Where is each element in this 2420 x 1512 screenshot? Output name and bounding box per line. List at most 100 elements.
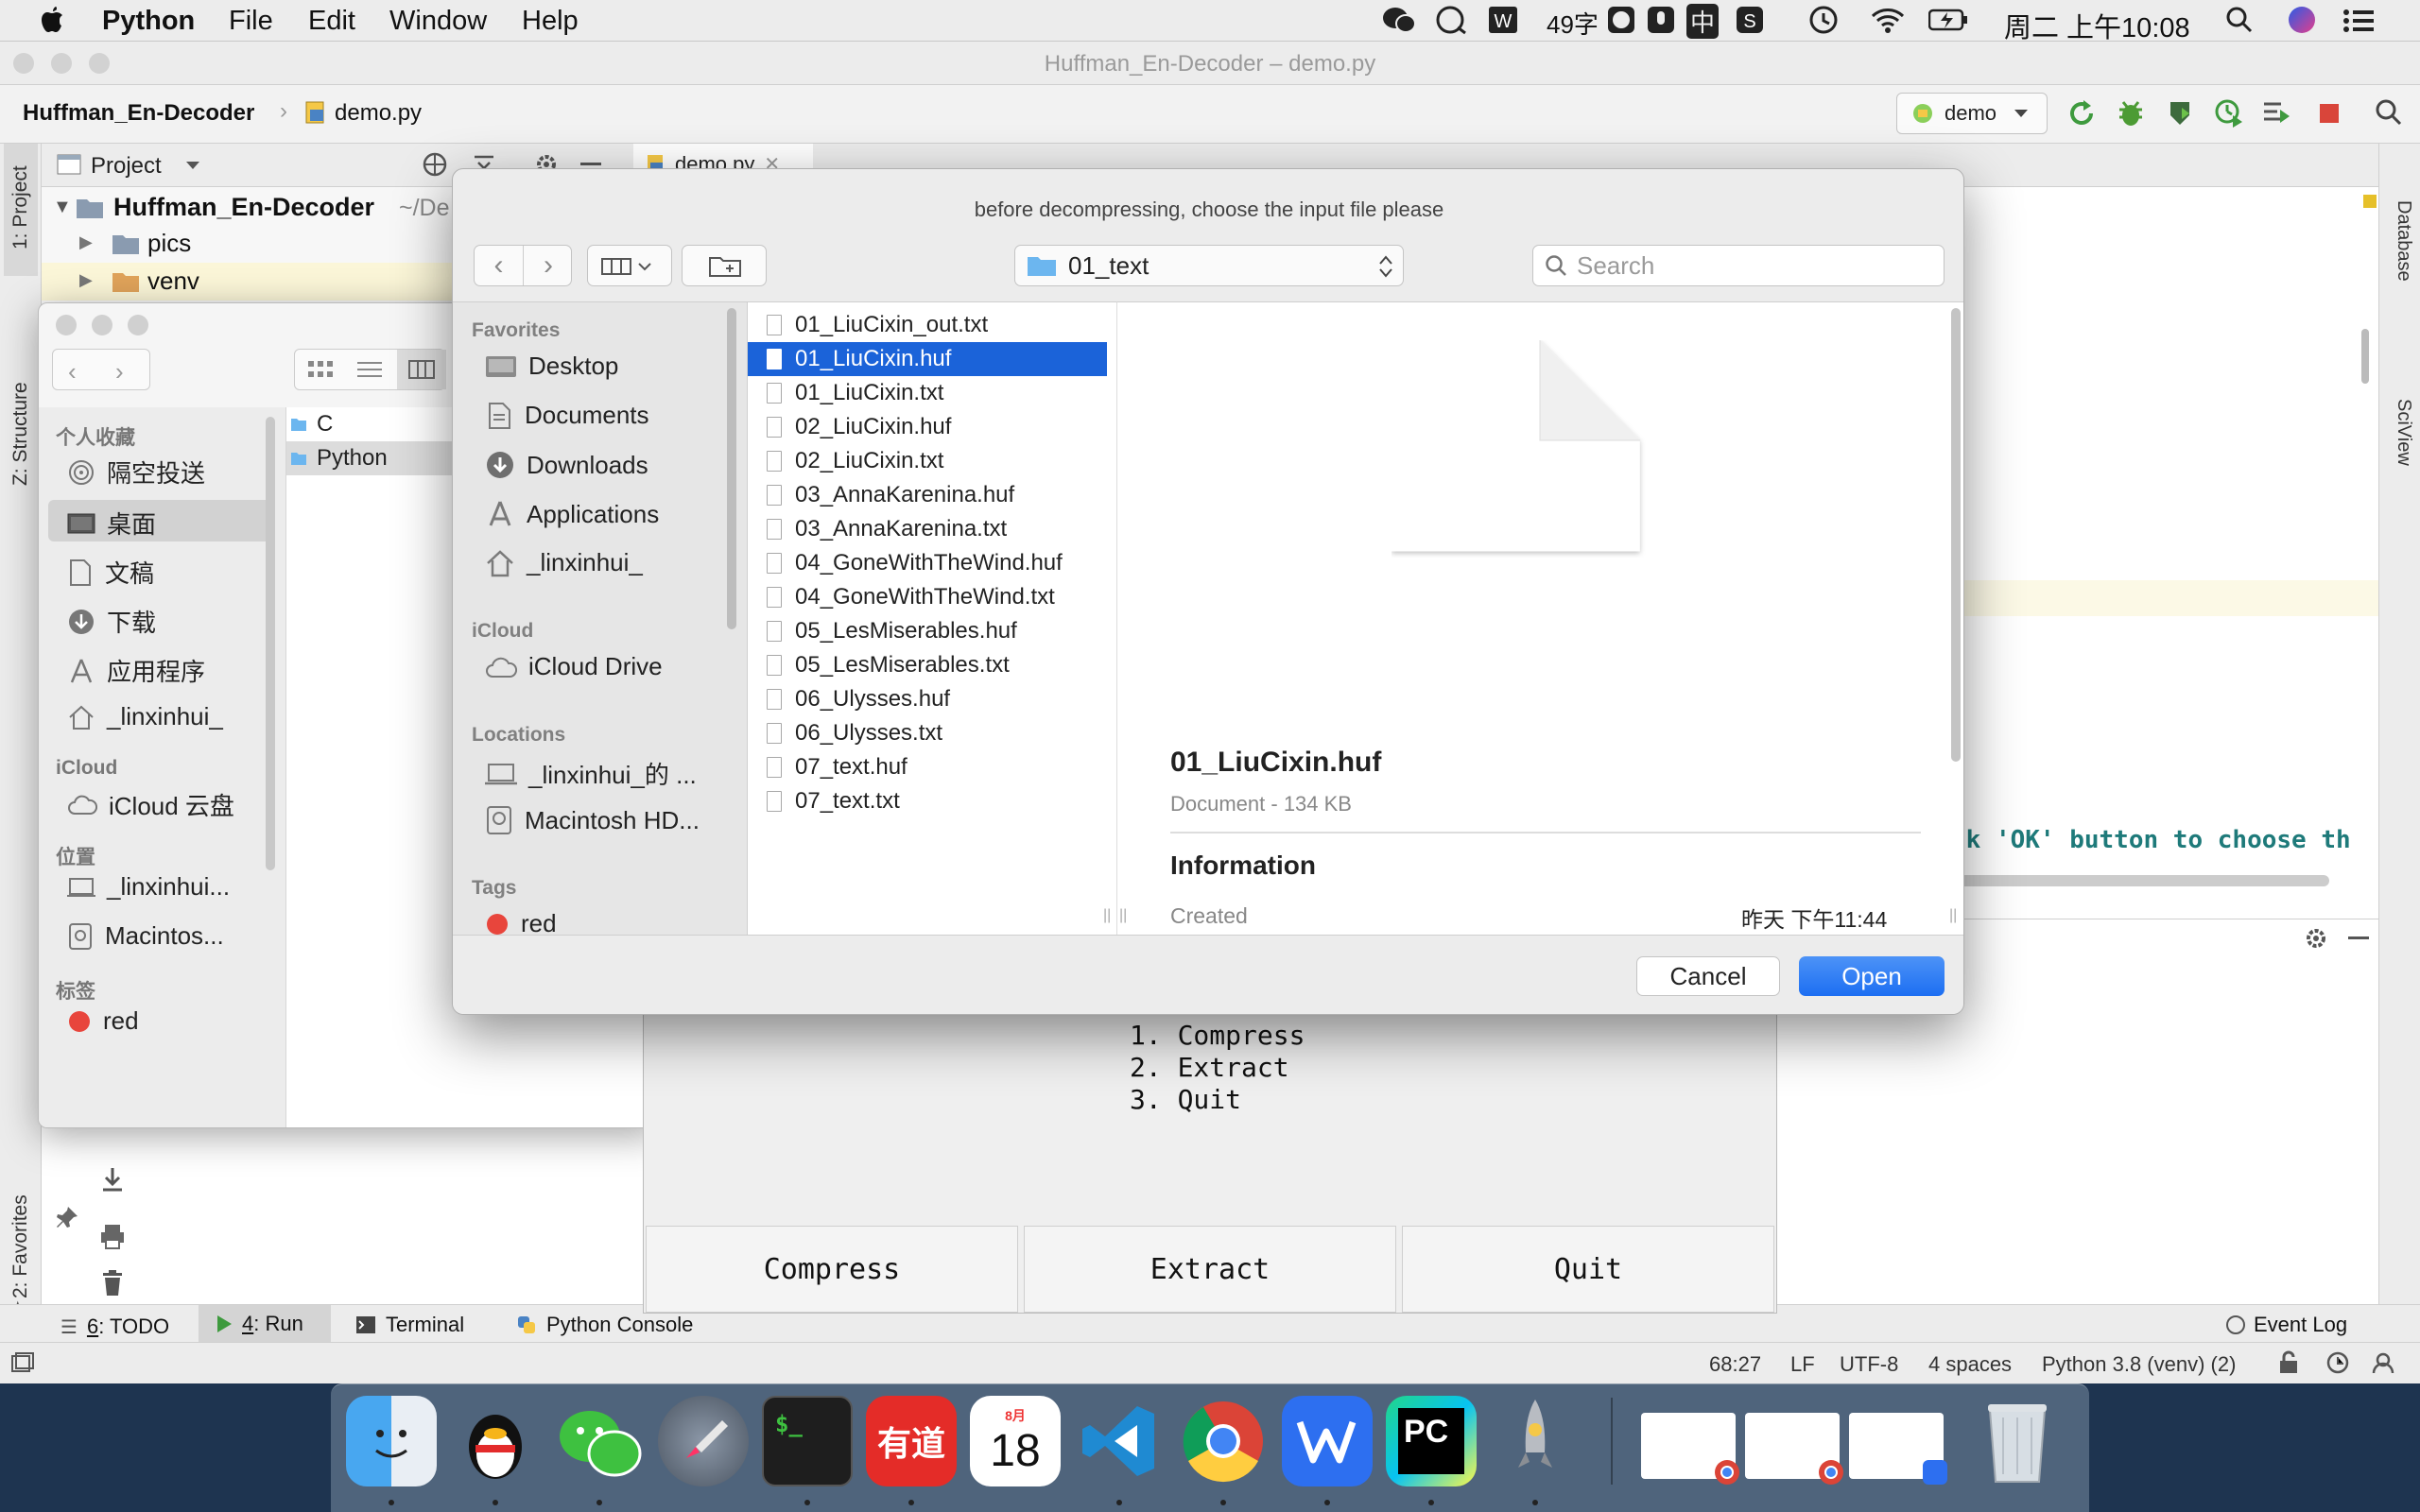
rerun-icon[interactable] [2066,98,2097,129]
tool-tab-favorites[interactable]: 2: Favorites [9,1194,32,1298]
trash-icon[interactable] [100,1269,125,1297]
trash-dock-icon[interactable] [1972,1396,2063,1486]
forward-arrow-icon[interactable]: › [524,246,573,285]
file-row[interactable]: 03_AnnaKarenina.huf [748,478,1107,512]
sidebar-item-computer[interactable]: _linxinhui_的 ... [485,756,697,791]
status-indent[interactable]: 4 spaces [1928,1352,2012,1377]
new-folder-button[interactable] [682,245,767,286]
sidebar-item-home[interactable]: _linxinhui_ [485,548,643,577]
editor-scrollbar[interactable] [2361,329,2369,384]
sidebar-item-icloud-drive[interactable]: iCloud Drive [485,652,663,681]
search-field[interactable]: Search [1532,245,1945,286]
tab-python-console[interactable]: Python Console [516,1313,693,1337]
wifi-icon[interactable] [1870,6,1906,34]
finder-close-button[interactable] [56,315,77,335]
view-mode-button[interactable] [587,245,672,286]
list-view-icon[interactable] [357,361,382,378]
tree-expand-arrow-icon[interactable]: ▼ [53,197,72,218]
search-everywhere-icon[interactable] [2375,98,2403,127]
finder-tag-red[interactable]: red [67,1006,139,1036]
qq-dock-icon[interactable] [450,1396,541,1486]
menubar-clock[interactable]: 周二 上午10:08 [2004,6,2190,45]
minimized-window-wps[interactable] [1849,1413,1947,1485]
wps-status-icon[interactable]: W [1488,6,1518,34]
tool-tab-sciview[interactable]: SciView [2393,399,2414,466]
inspection-widget-icon[interactable] [2325,1350,2354,1375]
preview-scrollbar[interactable] [1951,308,1961,762]
column-view-icon[interactable] [397,350,446,389]
tree-collapsed-arrow-icon[interactable]: ▶ [79,270,93,290]
file-row[interactable]: 01_LiuCixin.txt [748,376,1107,410]
app-name[interactable]: Python [102,6,195,37]
pin-icon[interactable] [55,1205,79,1229]
toggle-tool-windows-icon[interactable] [11,1352,34,1373]
minimized-window-chrome-1[interactable] [1641,1413,1739,1485]
youdao-dock-icon[interactable]: 有道 [866,1396,957,1486]
editor-horizontal-scrollbar[interactable] [1951,875,2329,886]
file-row[interactable]: 05_LesMiserables.txt [748,648,1107,682]
column-resize-handle[interactable]: || [1119,907,1127,924]
menu-edit[interactable]: Edit [308,6,355,37]
siri-icon[interactable] [2288,6,2316,34]
finder-sidebar-scrollbar[interactable] [266,417,275,870]
finder-desktop[interactable]: 桌面 [67,506,156,541]
file-row[interactable]: 06_Ulysses.huf [748,682,1107,716]
finder-minimize-button[interactable] [92,315,112,335]
stop-icon[interactable] [2318,102,2341,125]
menu-file[interactable]: File [229,6,273,37]
sogou-status-icon[interactable]: S [1736,6,1764,34]
tree-item-pics[interactable]: pics [147,229,191,258]
icon-view-icon[interactable] [308,361,333,378]
menu-window[interactable]: Window [389,6,487,37]
extract-button[interactable]: Extract [1024,1226,1396,1313]
launchpad-dock-icon[interactable] [658,1396,749,1486]
wechat-dock-icon[interactable] [554,1396,645,1486]
sidebar-item-applications[interactable]: Applications [485,499,659,529]
column-resize-handle[interactable]: || [1949,907,1957,924]
chevron-down-icon[interactable] [185,161,200,170]
file-row[interactable]: 04_GoneWithTheWind.txt [748,580,1107,614]
finder-icloud-drive[interactable]: iCloud 云盘 [67,787,234,822]
folder-popup[interactable]: 01_text [1014,245,1404,286]
run-settings-gear-icon[interactable] [2303,925,2329,952]
tree-item-venv[interactable]: venv [147,266,199,296]
finder-zoom-button[interactable] [128,315,148,335]
run-config-selector[interactable]: demo [1896,93,2048,134]
project-panel-title[interactable]: Project [91,153,162,180]
tab-terminal[interactable]: Terminal [355,1313,464,1337]
status-interpreter[interactable]: Python 3.8 (venv) (2) [2042,1352,2236,1377]
tab-todo[interactable]: ☰ 6: TODO [60,1314,169,1339]
back-arrow-icon[interactable]: ‹ [475,246,524,285]
forward-arrow-icon[interactable]: › [115,357,124,387]
file-row[interactable]: 01_LiuCixin_out.txt [748,308,1107,342]
file-row[interactable]: 07_text.huf [748,750,1107,784]
finder-documents[interactable]: 文稿 [67,555,154,590]
sidebar-item-downloads[interactable]: Downloads [485,450,648,480]
finder-location-computer[interactable]: _linxinhui... [67,872,230,902]
cancel-button[interactable]: Cancel [1636,956,1780,996]
file-row[interactable]: 02_LiuCixin.txt [748,444,1107,478]
finder-location-hd[interactable]: Macintos... [67,921,224,951]
time-machine-icon[interactable] [1807,5,1840,35]
finder-view-switcher[interactable] [294,349,446,390]
minimized-window-chrome-2[interactable] [1745,1413,1843,1485]
status-line-separator[interactable]: LF [1790,1352,1815,1377]
quit-button[interactable]: Quit [1402,1226,1774,1313]
profile-icon[interactable] [2214,98,2244,129]
tool-tab-structure[interactable]: Z: Structure [9,382,32,486]
finder-dock-icon[interactable] [346,1396,437,1486]
apple-icon[interactable] [40,4,64,34]
mic-status-icon[interactable] [1647,6,1675,34]
hide-run-panel-icon[interactable] [2348,936,2369,939]
terminal-dock-icon[interactable]: $_ [762,1396,853,1486]
finder-applications[interactable]: 应用程序 [67,653,205,688]
breadcrumb-project[interactable]: Huffman_En-Decoder [23,100,254,127]
tab-event-log[interactable]: Event Log [2225,1313,2347,1337]
compress-button[interactable]: Compress [646,1226,1018,1313]
file-row[interactable]: 02_LiuCixin.huf [748,410,1107,444]
print-icon[interactable] [98,1222,127,1250]
notification-center-icon[interactable] [2342,8,2375,34]
sidebar-scrollbar[interactable] [727,308,736,629]
breadcrumb-file[interactable]: demo.py [335,100,422,127]
input-method-indicator[interactable]: 中 [1686,4,1720,39]
